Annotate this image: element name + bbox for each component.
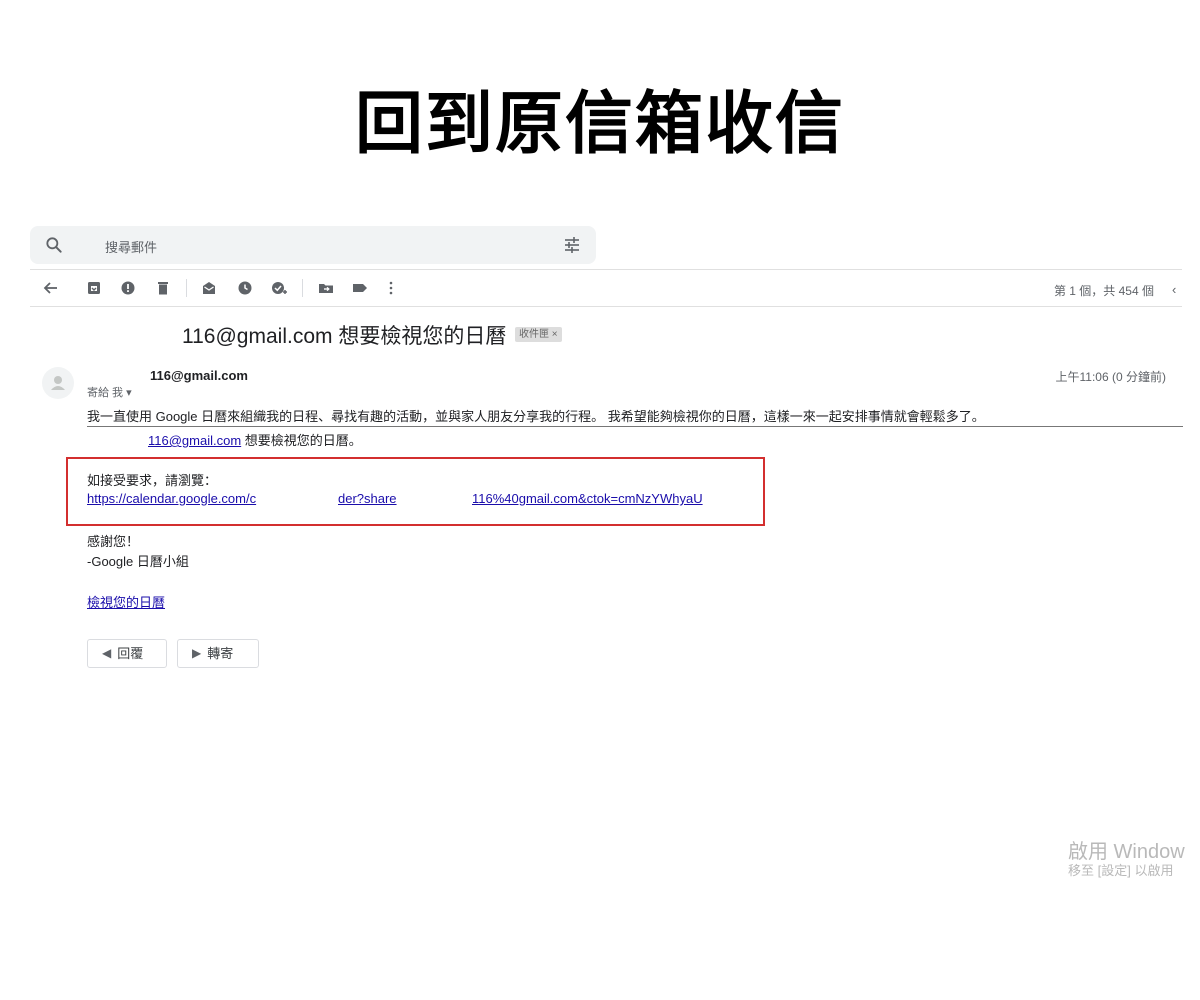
request-line: 116@gmail.com 想要檢視您的日曆。 (148, 430, 362, 449)
accept-link-part2[interactable]: der?share (338, 491, 397, 506)
mark-unread-icon[interactable] (200, 279, 218, 297)
signature-text: -Google 日曆小組 (87, 554, 189, 569)
clock-icon[interactable] (236, 279, 254, 297)
report-spam-icon[interactable] (119, 279, 137, 297)
reply-icon: ◀ (102, 646, 112, 660)
tune-icon[interactable] (562, 235, 582, 255)
arrow-left-icon[interactable] (42, 279, 60, 297)
accept-link-part1[interactable]: https://calendar.google.com/c (87, 491, 256, 506)
recipient-dropdown[interactable]: 寄給 我 ▾ (87, 384, 132, 400)
activation-watermark-subtitle: 移至 [設定] 以啟用 (1068, 863, 1174, 878)
search-bar[interactable]: 搜尋郵件 (30, 226, 596, 264)
thanks-text: 感謝您！ (87, 534, 140, 549)
reply-button[interactable]: ◀ 回覆 (87, 639, 167, 668)
accept-prompt: 如接受要求，請瀏覽： (87, 473, 218, 488)
view-calendar-link[interactable]: 檢視您的日曆 (87, 592, 165, 611)
sender-name[interactable]: 116@gmail.com (150, 368, 248, 383)
divider (30, 306, 1182, 307)
add-task-icon[interactable] (270, 279, 288, 297)
page-headline: 回到原信箱收信 (354, 85, 845, 164)
forward-button[interactable]: ▶ 轉寄 (177, 639, 259, 668)
more-vert-icon[interactable] (382, 279, 400, 297)
email-message: 我一直使用 Google 日曆來組織我的日程、尋找有趣的活動，並與家人朋友分享我… (87, 409, 985, 424)
search-icon[interactable] (44, 235, 64, 255)
toolbar-separator (302, 279, 303, 297)
email-timestamp: 上午11:06 (0 分鐘前) (1055, 370, 1166, 384)
divider (30, 269, 1182, 270)
forward-label: 轉寄 (207, 646, 234, 661)
forward-icon: ▶ (192, 646, 202, 660)
avatar (42, 367, 74, 399)
archive-icon[interactable] (85, 279, 103, 297)
inbox-label-chip[interactable]: 收件匣 × (515, 327, 562, 342)
reply-label: 回覆 (117, 646, 144, 661)
move-to-icon[interactable] (317, 279, 335, 297)
search-input[interactable]: 搜尋郵件 (105, 237, 157, 256)
request-text: 想要檢視您的日曆。 (241, 433, 362, 448)
divider (87, 426, 1183, 427)
request-email-link[interactable]: 116@gmail.com (148, 433, 241, 448)
toolbar-separator (186, 279, 187, 297)
email-subject: 116@gmail.com 想要檢視您的日曆 (182, 325, 507, 348)
label-icon[interactable] (351, 279, 369, 297)
trash-icon[interactable] (154, 279, 172, 297)
accept-link-part3[interactable]: 116%40gmail.com&ctok=cmNzYWhyaU (472, 491, 703, 506)
pager-count: 第 1 個，共 454 個 (1053, 284, 1154, 298)
chevron-left-icon[interactable]: ‹ (1172, 282, 1176, 297)
